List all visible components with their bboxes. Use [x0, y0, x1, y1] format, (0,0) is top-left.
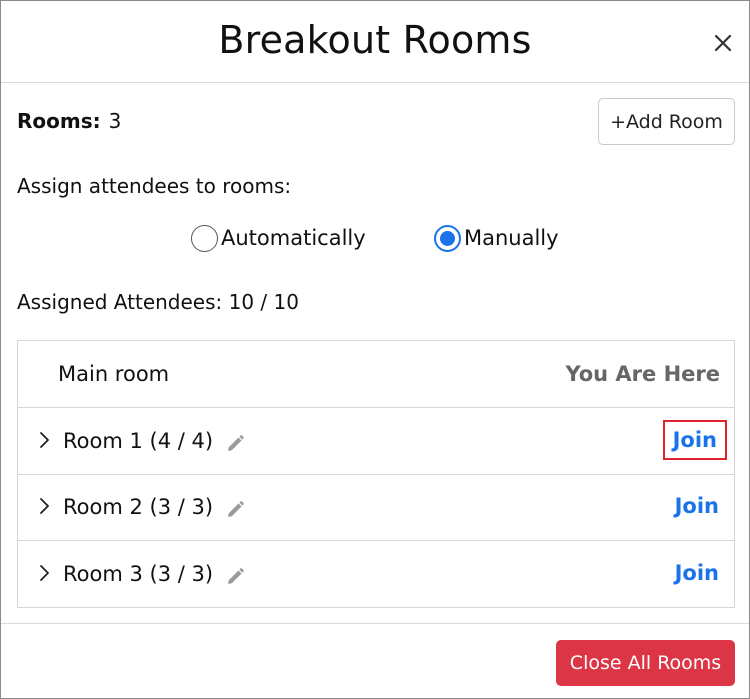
radio-manually-label: Manually: [464, 226, 559, 250]
you-are-here-status: You Are Here: [565, 362, 720, 386]
join-room-2-button[interactable]: Join: [675, 494, 719, 518]
dialog-footer: Close All Rooms: [1, 623, 749, 698]
room-row-2: Room 2 (3 / 3) Join: [18, 474, 734, 541]
rooms-count-label: Rooms:: [17, 109, 101, 133]
close-all-rooms-button[interactable]: Close All Rooms: [556, 640, 735, 686]
assign-attendees-label: Assign attendees to rooms:: [17, 174, 292, 198]
radio-automatically-label: Automatically: [221, 226, 366, 250]
room-1-label: Room 1 (4 / 4): [63, 429, 214, 453]
main-room-label: Main room: [58, 362, 170, 386]
radio-automatically[interactable]: Automatically: [191, 223, 366, 253]
dialog-title: Breakout Rooms: [218, 18, 532, 62]
room-row-1: Room 1 (4 / 4) Join: [18, 408, 734, 475]
join-room-3-button[interactable]: Join: [675, 561, 719, 585]
chevron-right-icon[interactable]: [38, 430, 52, 450]
pencil-icon[interactable]: [225, 567, 245, 587]
room-2-label: Room 2 (3 / 3): [63, 495, 214, 519]
close-icon[interactable]: [711, 31, 735, 55]
radio-manually[interactable]: Manually: [434, 223, 559, 253]
dialog-header: Breakout Rooms: [1, 1, 749, 83]
radio-manually-circle[interactable]: [434, 224, 461, 252]
pencil-icon[interactable]: [225, 500, 245, 520]
rooms-count: Rooms: 3: [17, 109, 121, 133]
add-room-button[interactable]: +Add Room: [598, 98, 735, 145]
room-list: Main room You Are Here Room 1 (4 / 4) Jo…: [17, 340, 735, 608]
join-room-1-button[interactable]: Join: [662, 420, 727, 460]
main-room-row: Main room You Are Here: [18, 341, 734, 408]
breakout-rooms-dialog: Breakout Rooms Rooms: 3 +Add Room Assign …: [0, 0, 750, 699]
assigned-attendees-text: Assigned Attendees: 10 / 10: [17, 290, 299, 314]
chevron-right-icon[interactable]: [38, 496, 52, 516]
radio-automatically-circle[interactable]: [191, 224, 218, 252]
chevron-right-icon[interactable]: [38, 563, 52, 583]
rooms-count-value: 3: [108, 109, 122, 133]
room-3-label: Room 3 (3 / 3): [63, 562, 214, 586]
room-row-3: Room 3 (3 / 3) Join: [18, 541, 734, 608]
pencil-icon[interactable]: [225, 434, 245, 454]
